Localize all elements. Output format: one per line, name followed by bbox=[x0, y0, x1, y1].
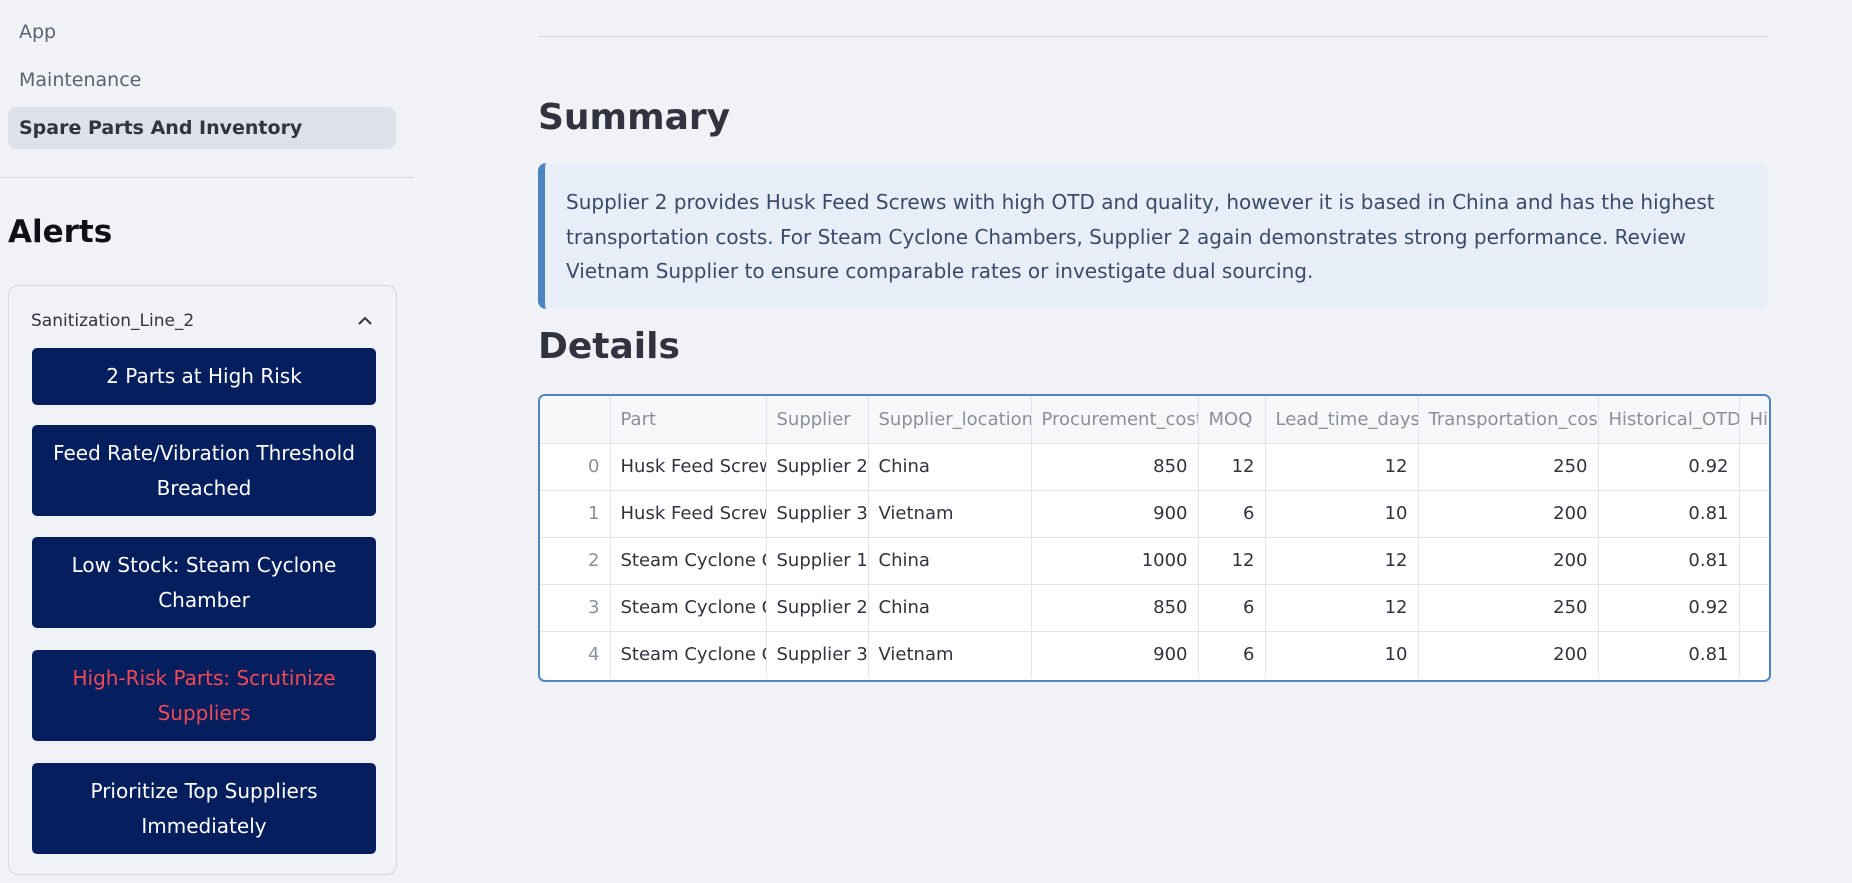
cell-lead-time-days[interactable]: 12 bbox=[1265, 443, 1419, 491]
sidebar: App Maintenance Spare Parts And Inventor… bbox=[0, 0, 414, 883]
column-header-supplier-location[interactable]: Supplier_location bbox=[868, 396, 1032, 444]
summary-heading: Summary bbox=[538, 97, 731, 138]
row-index: 1 bbox=[540, 490, 611, 538]
cell-lead-time-days[interactable]: 10 bbox=[1265, 631, 1419, 678]
row-index: 4 bbox=[540, 631, 611, 678]
cell-historical-otd[interactable]: 0.81 bbox=[1598, 490, 1740, 538]
cell-truncated[interactable] bbox=[1739, 631, 1769, 678]
table-row: 2 Steam Cyclone Chamber Supplier 1 China… bbox=[540, 537, 1769, 585]
cell-procurement-cost[interactable]: 1000 bbox=[1031, 537, 1199, 585]
alert-button-scrutinize-suppliers[interactable]: High-Risk Parts: Scrutinize Suppliers bbox=[32, 650, 376, 741]
row-index: 3 bbox=[540, 584, 611, 632]
cell-supplier-location[interactable]: China bbox=[868, 584, 1032, 632]
summary-text: Supplier 2 provides Husk Feed Screws wit… bbox=[566, 190, 1715, 283]
row-index: 2 bbox=[540, 537, 611, 585]
cell-truncated[interactable] bbox=[1739, 584, 1769, 632]
table-row: 3 Steam Cyclone Chamber Supplier 2 China… bbox=[540, 584, 1769, 632]
cell-part[interactable]: Husk Feed Screw bbox=[610, 490, 767, 538]
column-header-truncated[interactable]: His bbox=[1739, 396, 1769, 444]
cell-moq[interactable]: 6 bbox=[1198, 490, 1266, 538]
nav-item-spare-parts-and-inventory[interactable]: Spare Parts And Inventory bbox=[8, 107, 396, 149]
alert-button-low-stock[interactable]: Low Stock: Steam Cyclone Chamber bbox=[32, 537, 376, 628]
column-header-procurement-cost[interactable]: Procurement_cost bbox=[1031, 396, 1199, 444]
cell-supplier[interactable]: Supplier 2 bbox=[766, 443, 869, 491]
cell-historical-otd[interactable]: 0.81 bbox=[1598, 631, 1740, 678]
column-header-supplier[interactable]: Supplier bbox=[766, 396, 869, 444]
top-divider bbox=[538, 36, 1768, 37]
cell-supplier[interactable]: Supplier 3 bbox=[766, 490, 869, 538]
cell-procurement-cost[interactable]: 850 bbox=[1031, 443, 1199, 491]
nav-item-app[interactable]: App bbox=[8, 11, 396, 53]
cell-part[interactable]: Steam Cyclone Chamber bbox=[610, 631, 767, 678]
cell-supplier[interactable]: Supplier 2 bbox=[766, 584, 869, 632]
table-row: 4 Steam Cyclone Chamber Supplier 3 Vietn… bbox=[540, 631, 1769, 678]
table-row: 1 Husk Feed Screw Supplier 3 Vietnam 900… bbox=[540, 490, 1769, 538]
column-header-historical-otd[interactable]: Historical_OTD bbox=[1598, 396, 1740, 444]
cell-lead-time-days[interactable]: 12 bbox=[1265, 537, 1419, 585]
table-header-row: Part Supplier Supplier_location Procurem… bbox=[540, 396, 1769, 444]
cell-transportation-cost[interactable]: 250 bbox=[1418, 443, 1599, 491]
cell-lead-time-days[interactable]: 12 bbox=[1265, 584, 1419, 632]
cell-supplier-location[interactable]: China bbox=[868, 537, 1032, 585]
summary-info-box: Supplier 2 provides Husk Feed Screws wit… bbox=[538, 163, 1768, 309]
cell-procurement-cost[interactable]: 900 bbox=[1031, 490, 1199, 538]
column-header-transportation-cost[interactable]: Transportation_cost bbox=[1418, 396, 1599, 444]
details-heading: Details bbox=[538, 326, 680, 367]
cell-supplier[interactable]: Supplier 3 bbox=[766, 631, 869, 678]
cell-historical-otd[interactable]: 0.92 bbox=[1598, 443, 1740, 491]
expander-title: Sanitization_Line_2 bbox=[31, 311, 195, 331]
cell-moq[interactable]: 12 bbox=[1198, 537, 1266, 585]
cell-transportation-cost[interactable]: 250 bbox=[1418, 584, 1599, 632]
cell-historical-otd[interactable]: 0.92 bbox=[1598, 584, 1740, 632]
cell-truncated[interactable] bbox=[1739, 443, 1769, 491]
cell-moq[interactable]: 6 bbox=[1198, 631, 1266, 678]
cell-supplier-location[interactable]: Vietnam bbox=[868, 490, 1032, 538]
expander-header[interactable]: Sanitization_Line_2 bbox=[31, 306, 375, 336]
cell-supplier-location[interactable]: China bbox=[868, 443, 1032, 491]
alert-button-threshold-breached[interactable]: Feed Rate/Vibration Threshold Breached bbox=[32, 425, 376, 516]
cell-transportation-cost[interactable]: 200 bbox=[1418, 537, 1599, 585]
table-row: 0 Husk Feed Screw Supplier 2 China 850 1… bbox=[540, 443, 1769, 491]
chevron-up-icon[interactable] bbox=[355, 311, 375, 331]
sidebar-divider bbox=[0, 177, 414, 178]
row-index: 0 bbox=[540, 443, 611, 491]
column-header-lead-time-days[interactable]: Lead_time_days bbox=[1265, 396, 1419, 444]
cell-transportation-cost[interactable]: 200 bbox=[1418, 490, 1599, 538]
details-table[interactable]: Part Supplier Supplier_location Procurem… bbox=[538, 394, 1771, 682]
column-header-part[interactable]: Part bbox=[610, 396, 767, 444]
alert-button-prioritize-suppliers[interactable]: Prioritize Top Suppliers Immediately bbox=[32, 763, 376, 854]
alert-button-parts-high-risk[interactable]: 2 Parts at High Risk bbox=[32, 348, 376, 405]
cell-truncated[interactable] bbox=[1739, 490, 1769, 538]
cell-supplier-location[interactable]: Vietnam bbox=[868, 631, 1032, 678]
cell-procurement-cost[interactable]: 900 bbox=[1031, 631, 1199, 678]
cell-supplier[interactable]: Supplier 1 bbox=[766, 537, 869, 585]
cell-transportation-cost[interactable]: 200 bbox=[1418, 631, 1599, 678]
cell-lead-time-days[interactable]: 10 bbox=[1265, 490, 1419, 538]
nav-item-maintenance[interactable]: Maintenance bbox=[8, 59, 396, 101]
cell-moq[interactable]: 6 bbox=[1198, 584, 1266, 632]
alerts-heading: Alerts bbox=[8, 214, 113, 250]
column-header-moq[interactable]: MOQ bbox=[1198, 396, 1266, 444]
cell-part[interactable]: Steam Cyclone Chamber bbox=[610, 537, 767, 585]
cell-moq[interactable]: 12 bbox=[1198, 443, 1266, 491]
cell-historical-otd[interactable]: 0.81 bbox=[1598, 537, 1740, 585]
column-header-index[interactable] bbox=[540, 396, 611, 444]
cell-truncated[interactable] bbox=[1739, 537, 1769, 585]
cell-part[interactable]: Husk Feed Screw bbox=[610, 443, 767, 491]
cell-part[interactable]: Steam Cyclone Chamber bbox=[610, 584, 767, 632]
cell-procurement-cost[interactable]: 850 bbox=[1031, 584, 1199, 632]
alerts-expander: Sanitization_Line_2 2 Parts at High Risk… bbox=[8, 285, 397, 875]
